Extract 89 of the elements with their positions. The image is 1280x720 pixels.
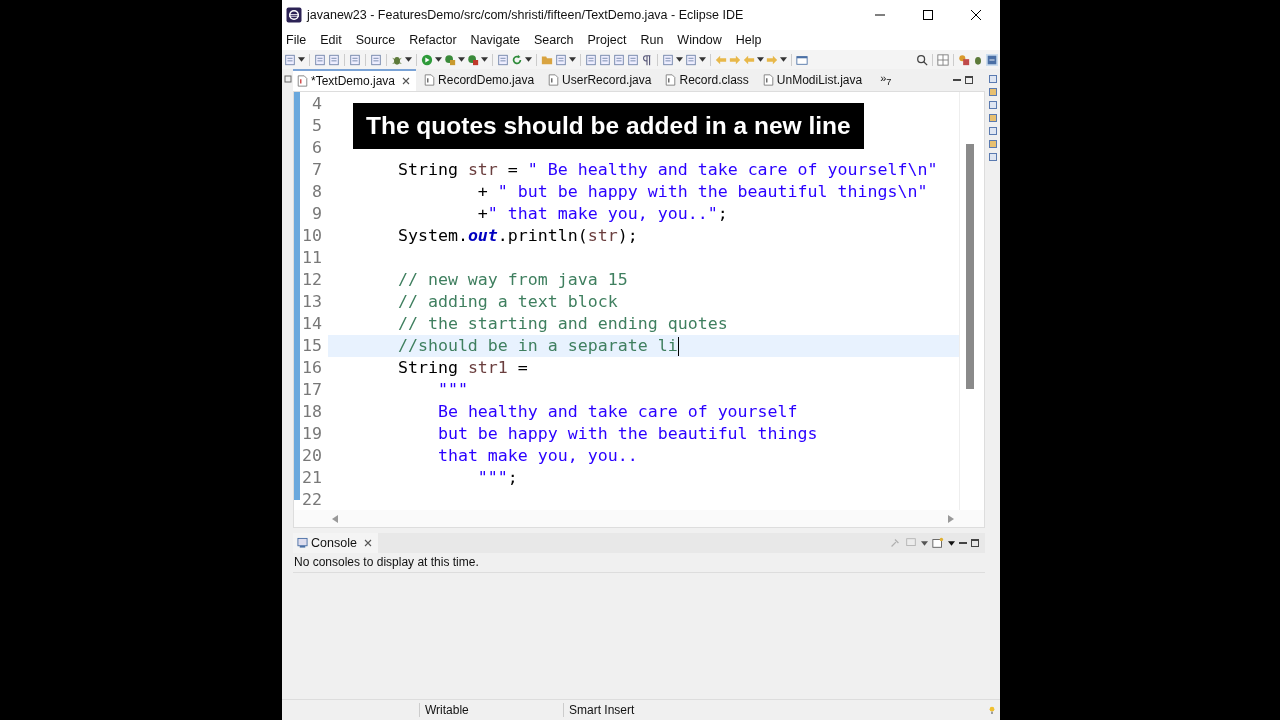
editor-tab[interactable]: *TextDemo.java <box>293 69 417 91</box>
code-line: Be healthy and take care of yourself <box>437 401 798 423</box>
document-icon[interactable] <box>349 53 361 66</box>
code-line: """ <box>437 379 468 401</box>
caret-icon[interactable] <box>757 57 764 62</box>
lightbulb-icon <box>988 706 996 714</box>
menu-item[interactable]: Help <box>735 32 770 47</box>
document-icon[interactable] <box>328 53 340 66</box>
caret-icon[interactable] <box>298 57 305 62</box>
refresh-icon[interactable] <box>511 53 523 66</box>
document-icon[interactable] <box>370 53 382 66</box>
caret-icon[interactable] <box>780 57 787 62</box>
perspective-icon[interactable] <box>937 53 949 66</box>
scrollbar-thumb[interactable] <box>966 144 974 389</box>
java-file-icon <box>548 74 560 86</box>
document-icon[interactable] <box>497 53 509 66</box>
caret-icon[interactable] <box>921 540 928 546</box>
editor-tab[interactable]: UnModiList.java <box>758 69 869 91</box>
code-line: + " but be happy with the beautiful things\n" <box>477 181 928 203</box>
window-title: javanew23 - FeaturesDemo/src/com/shristi/fifteen/TextDemo.java - Eclipse IDE <box>307 7 745 22</box>
caret-icon[interactable] <box>435 57 442 62</box>
caret-icon[interactable] <box>405 57 412 62</box>
console-message: No consoles to display at this time. <box>293 553 985 573</box>
menu-item[interactable]: Navigate <box>470 32 528 47</box>
window-icon[interactable] <box>796 53 808 66</box>
menu-item[interactable]: Window <box>677 32 730 47</box>
java-file-icon <box>762 74 774 86</box>
code-line: // the starting and ending quotes <box>397 313 728 335</box>
close-icon[interactable] <box>970 8 982 21</box>
caret-icon[interactable] <box>569 57 576 62</box>
perspective-icon[interactable] <box>958 53 970 66</box>
menu-item[interactable]: Edit <box>320 32 350 47</box>
editor-tab[interactable]: UserRecord.java <box>544 69 658 91</box>
code-line: // new way from java 15 <box>397 269 628 291</box>
status-field: Writable <box>419 703 563 717</box>
tabs-overflow-indicator[interactable]: »$_{7}$ <box>880 72 892 88</box>
status-field: Smart Insert <box>563 703 707 717</box>
editor-tab[interactable]: RecordDemo.java <box>420 69 541 91</box>
code-line: that make you, you.. <box>437 445 638 467</box>
maximize-icon[interactable] <box>965 76 973 84</box>
code-line: String str1 = <box>397 357 528 379</box>
caret-icon[interactable] <box>525 57 532 62</box>
java-file-icon <box>297 75 308 87</box>
maximize-icon[interactable] <box>971 539 979 547</box>
app-icon <box>286 6 302 23</box>
code-line: String str = " Be healthy and take care of yourself\n" <box>397 159 938 181</box>
caption-overlay: The quotes should be added in a new line <box>353 103 864 149</box>
editor-tab[interactable]: Record.class <box>661 69 755 91</box>
caret-icon[interactable] <box>699 57 706 62</box>
minimize-icon[interactable] <box>959 539 967 547</box>
menu-item[interactable]: Source <box>355 32 404 47</box>
menu-item[interactable]: Project <box>587 32 635 47</box>
code-line: System.out.println(str); <box>397 225 638 247</box>
search-icon[interactable] <box>916 53 928 66</box>
run-icon[interactable] <box>444 53 456 66</box>
close-icon[interactable] <box>363 539 372 547</box>
code-line: but be happy with the beautiful things <box>437 423 818 445</box>
caret-icon[interactable] <box>458 57 465 62</box>
new-window-icon[interactable] <box>932 537 944 549</box>
console-tab[interactable]: Console <box>293 533 378 553</box>
scroll-right-icon[interactable] <box>948 514 954 523</box>
menu-item[interactable]: Refactor <box>409 32 465 47</box>
maximize-icon[interactable] <box>922 8 934 21</box>
java-file-icon <box>665 74 677 86</box>
menu-item[interactable]: File <box>286 32 315 47</box>
document-icon[interactable] <box>613 53 625 66</box>
pilcrow-icon[interactable] <box>641 53 653 66</box>
line-number: 15 <box>300 335 328 357</box>
code-line: //should be in a separate li <box>397 335 678 357</box>
scroll-left-icon[interactable] <box>332 514 338 523</box>
restore-icon[interactable] <box>283 75 292 83</box>
minimize-icon[interactable] <box>953 76 961 84</box>
caret-icon[interactable] <box>676 57 683 62</box>
document-icon[interactable] <box>585 53 597 66</box>
monitor-icon <box>297 537 308 549</box>
java-file-icon <box>424 74 436 86</box>
code-line: // adding a text block <box>397 291 618 313</box>
document-icon[interactable] <box>599 53 611 66</box>
caret-icon[interactable] <box>948 540 955 546</box>
menu-item[interactable]: Run <box>640 32 672 47</box>
caret-icon[interactable] <box>481 57 488 62</box>
menu-item[interactable]: Search <box>533 32 582 47</box>
run-icon[interactable] <box>467 53 479 66</box>
document-icon[interactable] <box>314 53 326 66</box>
close-icon[interactable] <box>402 77 411 85</box>
code-line: """; <box>477 467 518 489</box>
perspective-icon[interactable] <box>986 53 998 66</box>
text-cursor <box>677 336 680 356</box>
code-line: +" that make you, you.."; <box>477 203 728 225</box>
